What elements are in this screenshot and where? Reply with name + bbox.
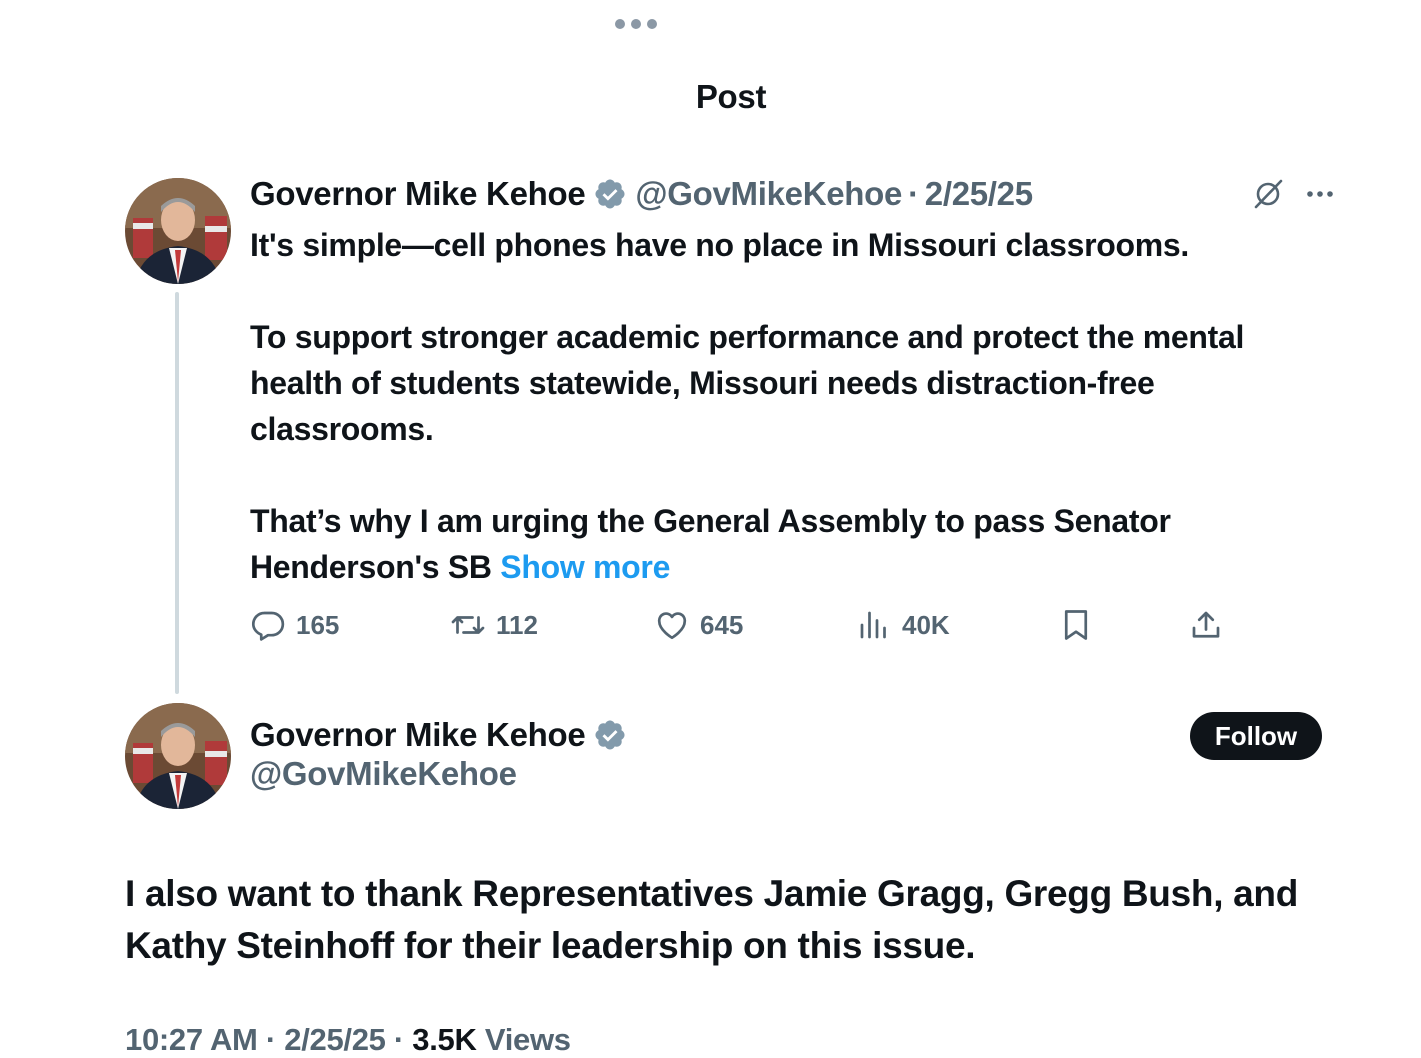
tweet-paragraph: It's simple—cell phones have no place in… [250, 227, 1189, 263]
views-count: 40K [902, 609, 950, 640]
share-icon [1192, 611, 1220, 638]
bookmark-icon [1064, 610, 1088, 640]
post-metadata: 10:27 AM · 2/25/25 · 3.5K Views [125, 1022, 571, 1058]
reply-count: 165 [296, 609, 340, 640]
post-date[interactable]: 2/25/25 [925, 175, 1033, 213]
share-button[interactable] [1188, 602, 1224, 648]
views-icon [860, 611, 886, 639]
repost-button[interactable]: 112 [450, 602, 538, 648]
separator-dot: · [908, 175, 919, 212]
post-date[interactable]: 2/25/25 [284, 1022, 386, 1057]
author-name[interactable]: Governor Mike Kehoe [250, 716, 586, 754]
reply-button[interactable]: 165 [250, 602, 339, 648]
show-more-link[interactable]: Show more [500, 549, 670, 585]
verified-badge-icon [595, 179, 625, 209]
author-name[interactable]: Governor Mike Kehoe [250, 175, 586, 213]
like-count: 645 [700, 609, 744, 640]
avatar[interactable] [125, 178, 231, 284]
bookmark-button[interactable] [1058, 602, 1094, 648]
reply-icon [251, 611, 285, 641]
sheet-grabber[interactable] [612, 16, 660, 32]
views-label: Views [484, 1022, 571, 1057]
avatar[interactable] [125, 703, 231, 809]
grok-icon[interactable] [1250, 176, 1286, 212]
main-tweet-text[interactable]: I also want to thank Representatives Jam… [125, 868, 1355, 972]
parent-tweet-text[interactable]: It's simple—cell phones have no place in… [250, 222, 1340, 590]
author-handle[interactable]: @GovMikeKehoe [250, 755, 635, 793]
tweet-paragraph: To support stronger academic performance… [250, 319, 1245, 447]
parent-tweet-header: Governor Mike Kehoe @GovMikeKehoe · 2/25… [250, 172, 1033, 216]
author-handle[interactable]: @GovMikeKehoe [635, 175, 902, 213]
main-tweet-header: Governor Mike Kehoe @GovMikeKehoe [250, 713, 635, 793]
repost-icon [451, 616, 485, 634]
repost-count: 112 [496, 609, 538, 640]
tweet-actions: 165 112 645 40K [250, 602, 1250, 648]
page-title: Post [695, 78, 767, 115]
views-count[interactable]: 3.5K [412, 1022, 477, 1057]
separator-dot: · [265, 1022, 276, 1057]
follow-button[interactable]: Follow [1190, 712, 1322, 760]
thread-connector [175, 292, 179, 694]
like-icon [657, 612, 687, 640]
like-button[interactable]: 645 [654, 602, 743, 648]
more-options-icon[interactable] [1302, 178, 1338, 210]
tweet-paragraph: That’s why I am urging the General Assem… [250, 498, 1340, 590]
tweet-paragraph-text: That’s why I am urging the General Assem… [250, 503, 1171, 585]
separator-dot: · [393, 1022, 404, 1057]
post-time[interactable]: 10:27 AM [125, 1022, 258, 1057]
verified-badge-icon [595, 720, 625, 750]
views-button[interactable]: 40K [856, 602, 950, 648]
